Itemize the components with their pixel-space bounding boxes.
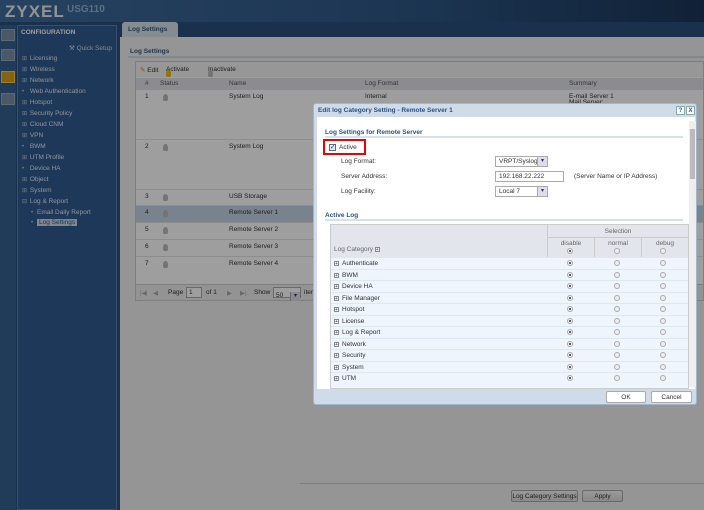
expand-icon[interactable]: + <box>334 376 339 382</box>
log-category-name[interactable]: + File Manager <box>334 295 380 302</box>
log-category-row: + License <box>331 314 688 327</box>
normal-radio[interactable] <box>614 260 620 266</box>
disable-radio[interactable] <box>567 340 573 347</box>
disable-radio[interactable] <box>567 260 573 266</box>
active-label: Active <box>339 144 357 151</box>
log-category-row: + Hotspot <box>331 303 688 315</box>
log-facility-select[interactable]: Local 7 ▾ <box>495 186 548 197</box>
debug-radio[interactable] <box>660 329 666 335</box>
log-category-name[interactable]: + BWM <box>334 272 358 279</box>
disable-radio[interactable] <box>567 317 573 324</box>
server-address-label: Server Address: <box>341 173 388 180</box>
expand-all-icon[interactable]: + <box>374 247 380 253</box>
log-category-name[interactable]: + License <box>334 318 364 325</box>
log-facility-label: Log Facility: <box>341 188 376 195</box>
debug-radio[interactable] <box>660 375 666 381</box>
log-category-row: + Network <box>331 337 688 350</box>
log-category-name[interactable]: + Device HA <box>334 283 373 290</box>
log-category-row: + File Manager <box>331 291 688 304</box>
active-log-table: Log Category + Selection disable normal de… <box>330 224 689 389</box>
disable-radio[interactable] <box>567 375 573 381</box>
select-all-disable-radio[interactable] <box>567 248 573 254</box>
active-checkbox[interactable]: ✓ <box>329 144 336 151</box>
dialog-body: Log Settings for Remote Server ✓ Active … <box>317 117 696 389</box>
expand-icon[interactable]: + <box>334 272 339 278</box>
debug-radio[interactable] <box>660 363 666 370</box>
debug-radio[interactable] <box>660 317 666 324</box>
debug-radio[interactable] <box>660 283 666 289</box>
disable-radio[interactable] <box>567 329 573 335</box>
debug-radio[interactable] <box>660 260 666 266</box>
normal-radio[interactable] <box>614 317 620 324</box>
disable-radio[interactable] <box>567 294 573 301</box>
disable-radio[interactable] <box>567 363 573 370</box>
help-icon[interactable]: ? <box>676 106 685 115</box>
log-category-name[interactable]: + Hotspot <box>334 306 364 313</box>
normal-radio[interactable] <box>614 363 620 370</box>
cancel-button[interactable]: Cancel <box>651 391 692 403</box>
active-log-table-header: Log Category + Selection disable normal de… <box>331 225 688 257</box>
disable-radio[interactable] <box>567 271 573 278</box>
log-category-row: + System <box>331 360 688 373</box>
debug-radio[interactable] <box>660 352 666 358</box>
disable-radio[interactable] <box>567 352 573 358</box>
log-category-name[interactable]: + Network <box>334 341 366 348</box>
debug-radio[interactable] <box>660 294 666 301</box>
active-highlight: ✓ Active <box>323 139 366 155</box>
normal-radio[interactable] <box>614 375 620 381</box>
log-category-name[interactable]: + Log & Report <box>334 329 380 336</box>
expand-icon[interactable]: + <box>334 295 339 301</box>
log-category-header[interactable]: Log Category + <box>334 246 383 253</box>
expand-icon[interactable]: + <box>334 261 339 267</box>
debug-radio[interactable] <box>660 340 666 347</box>
log-format-select[interactable]: VRPT/Syslog ▾ <box>495 156 548 167</box>
disable-radio[interactable] <box>567 306 573 312</box>
select-all-debug-radio[interactable] <box>660 248 666 254</box>
debug-radio[interactable] <box>660 271 666 278</box>
ok-button[interactable]: OK <box>606 391 646 403</box>
expand-icon[interactable]: + <box>334 307 339 313</box>
divider <box>325 136 683 138</box>
expand-icon[interactable]: + <box>334 353 339 359</box>
server-address-input[interactable]: 192.168.22.222 <box>495 171 564 182</box>
normal-radio[interactable] <box>614 352 620 358</box>
server-address-hint: (Server Name or IP Address) <box>574 173 658 180</box>
expand-icon[interactable]: + <box>334 364 339 370</box>
normal-radio[interactable] <box>614 306 620 312</box>
close-icon[interactable]: X <box>686 106 695 115</box>
expand-icon[interactable]: + <box>334 330 339 336</box>
log-category-row: + Device HA <box>331 280 688 292</box>
log-category-name[interactable]: + System <box>334 364 364 371</box>
dialog-scrollbar[interactable] <box>689 121 696 387</box>
normal-radio[interactable] <box>614 340 620 347</box>
active-log-section-title: Active Log <box>325 212 359 219</box>
log-category-name[interactable]: + Authenticate <box>334 260 378 267</box>
debug-radio[interactable] <box>660 306 666 312</box>
normal-radio[interactable] <box>614 271 620 278</box>
divider <box>325 219 683 221</box>
dialog-title: Edit log Category Setting - Remote Serve… <box>318 107 453 114</box>
chevron-down-icon: ▾ <box>537 157 547 166</box>
expand-icon[interactable]: + <box>334 341 339 347</box>
chevron-down-icon: ▾ <box>537 187 547 196</box>
disable-radio[interactable] <box>567 283 573 289</box>
normal-radio[interactable] <box>614 283 620 289</box>
normal-radio[interactable] <box>614 294 620 301</box>
log-category-row: + UTM <box>331 372 688 384</box>
normal-radio[interactable] <box>614 329 620 335</box>
log-category-name[interactable]: + Security <box>334 352 365 359</box>
log-category-row: + Security <box>331 349 688 361</box>
expand-icon[interactable]: + <box>334 318 339 324</box>
select-all-normal-radio[interactable] <box>614 248 620 254</box>
scrollbar-thumb[interactable] <box>690 129 695 179</box>
log-category-row: + Log & Report <box>331 326 688 338</box>
log-category-row: + Authenticate <box>331 257 688 269</box>
log-format-label: Log Format: <box>341 158 377 165</box>
selection-header: Selection <box>547 225 688 238</box>
expand-icon[interactable]: + <box>334 284 339 290</box>
edit-log-category-dialog: Edit log Category Setting - Remote Serve… <box>313 103 697 405</box>
log-category-row: + BWM <box>331 268 688 281</box>
log-category-name[interactable]: + UTM <box>334 375 356 382</box>
remote-server-section-title: Log Settings for Remote Server <box>325 129 423 136</box>
